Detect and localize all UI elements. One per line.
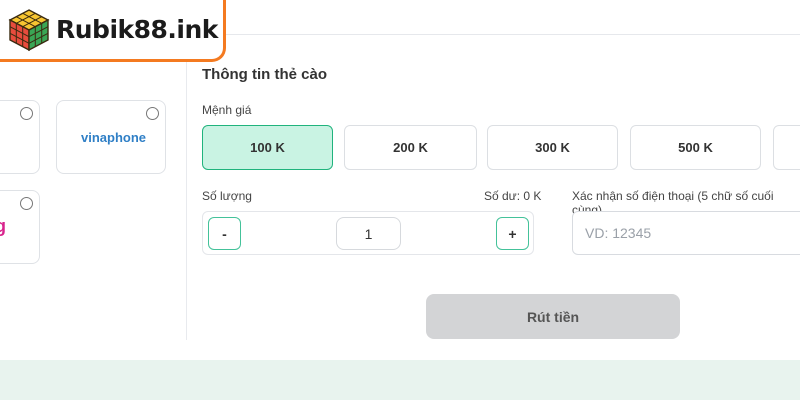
- provider-radio[interactable]: [20, 107, 33, 120]
- provider-radio[interactable]: [146, 107, 159, 120]
- provider-card-vietnamobile[interactable]: g: [0, 190, 40, 264]
- phone-confirm-input[interactable]: [572, 211, 800, 255]
- provider-card-viettel[interactable]: ne: [0, 100, 40, 174]
- increase-quantity-button[interactable]: +: [496, 217, 529, 250]
- denomination-label: Mệnh giá: [202, 103, 252, 117]
- denomination-option-500k[interactable]: 500 K: [630, 125, 761, 170]
- quantity-stepper: - 1 +: [202, 211, 534, 255]
- provider-logo-text: g: [0, 216, 6, 236]
- quantity-label: Số lượng: [202, 189, 252, 203]
- provider-card-vinaphone[interactable]: vinaphone: [56, 100, 166, 174]
- provider-radio[interactable]: [20, 197, 33, 210]
- denomination-option-300k[interactable]: 300 K: [487, 125, 618, 170]
- footer-band: [0, 360, 800, 400]
- provider-logo-text: vinaphone: [81, 130, 147, 145]
- header-divider: [226, 34, 800, 35]
- quantity-value[interactable]: 1: [336, 217, 401, 250]
- decrease-quantity-button[interactable]: -: [208, 217, 241, 250]
- balance-label: Số dư: 0 K: [484, 189, 542, 203]
- site-logo[interactable]: Rubik88.ink: [0, 0, 226, 62]
- denomination-option-more[interactable]: [773, 125, 800, 170]
- column-divider: [186, 42, 187, 340]
- withdraw-button[interactable]: Rút tiền: [426, 294, 680, 339]
- section-title: Thông tin thẻ cào: [202, 66, 327, 83]
- denomination-option-200k[interactable]: 200 K: [344, 125, 477, 170]
- logo-text: Rubik88.ink: [56, 15, 218, 44]
- denomination-option-100k[interactable]: 100 K: [202, 125, 333, 170]
- rubik-cube-icon: [8, 8, 50, 51]
